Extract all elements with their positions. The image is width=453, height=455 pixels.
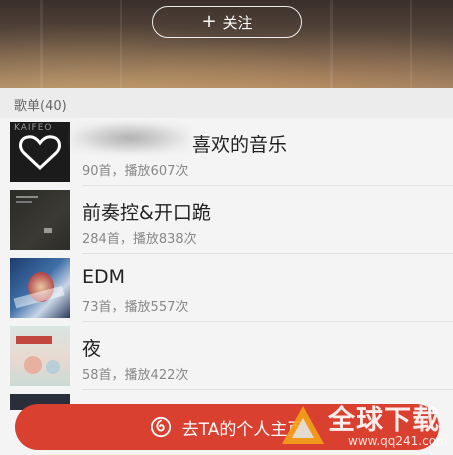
personal-homepage-button[interactable]: 去TA的个人主页 — [15, 404, 439, 450]
playlist-section-header: 歌单(40) — [0, 88, 453, 118]
playlist-meta: 284首，播放838次 — [82, 232, 197, 247]
playlist-cover — [10, 326, 70, 386]
playlist-title: 喜欢的音乐 — [192, 134, 288, 156]
playlist-row[interactable]: KAIFEO 喜欢的音乐 90首，播放607次 — [0, 118, 453, 186]
playlist-cover: KAIFEO — [10, 122, 70, 182]
redacted-username — [70, 122, 190, 154]
playlist-cover — [10, 258, 70, 318]
heart-icon — [19, 135, 61, 171]
playlist-cover — [10, 190, 70, 250]
playlist-row[interactable]: 夜 58首，播放422次 — [0, 322, 453, 390]
playlist-meta: 73首，播放557次 — [82, 300, 189, 315]
playlist-title: 夜 — [82, 338, 102, 360]
playlist-meta: 58首，播放422次 — [82, 368, 189, 383]
plus-icon: + — [201, 11, 217, 32]
playlist-meta: 90首，播放607次 — [82, 164, 189, 179]
playlist-title: 前奏控&开口跪 — [82, 202, 211, 224]
personal-homepage-label: 去TA的个人主页 — [181, 419, 305, 440]
follow-label: 关注 — [222, 13, 253, 32]
playlist-row[interactable]: EDM 73首，播放557次 — [0, 254, 453, 322]
section-title: 歌单(40) — [14, 99, 67, 114]
netease-logo-icon — [150, 416, 171, 438]
playlist-title: EDM — [82, 266, 126, 288]
profile-banner: + 关注 — [0, 0, 453, 88]
follow-button[interactable]: + 关注 — [152, 6, 302, 38]
playlist-row[interactable]: 前奏控&开口跪 284首，播放838次 — [0, 186, 453, 254]
